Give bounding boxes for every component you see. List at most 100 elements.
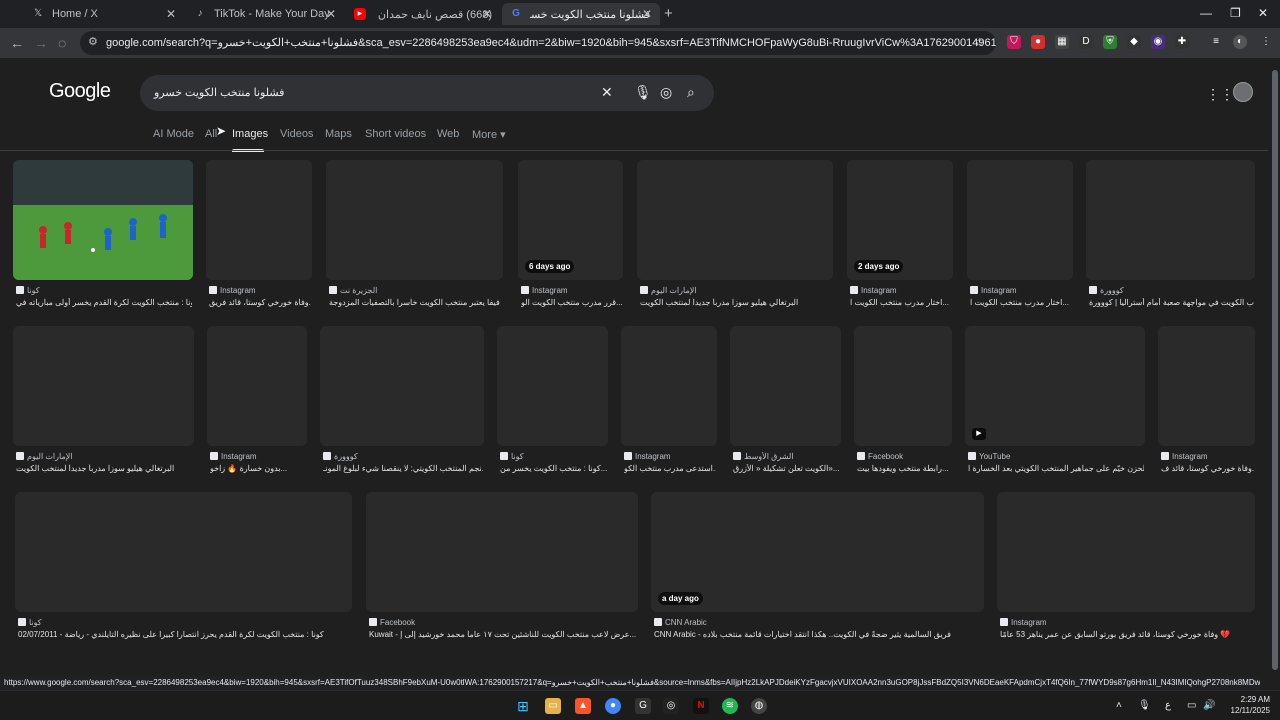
close-icon[interactable]: ✕ [326, 7, 336, 21]
result-title[interactable]: استدعى مدرب منتخب الكو... [624, 464, 716, 473]
result-source[interactable]: Instagram [850, 286, 952, 295]
result-thumbnail[interactable]: ▶ [965, 326, 1145, 446]
media-icon[interactable]: ≡ [1209, 35, 1223, 49]
extension-icon[interactable]: ◆ [1127, 35, 1141, 49]
image-result[interactable]: Instagram بدون خسارة 🔥 زاخو... [207, 326, 307, 480]
result-title[interactable]: Kuwait - عرض لاعب منتخب الكويت للناشئين … [369, 630, 637, 639]
result-source[interactable]: الجزيرة نت [329, 286, 502, 295]
result-source[interactable]: كونا [16, 286, 192, 295]
profile-icon[interactable]: ◐ [1233, 35, 1247, 49]
result-source[interactable]: Instagram [210, 452, 306, 461]
extension-icon[interactable]: ● [1031, 35, 1045, 49]
image-result[interactable]: Instagram وفاة خورخي كوستا، قائد ف... [1158, 326, 1255, 480]
result-thumbnail[interactable] [637, 160, 833, 280]
result-source[interactable]: الإمارات اليوم [16, 452, 193, 461]
result-title[interactable]: CNN Arabic - فريق السالمية يثير ضجةً في … [654, 630, 983, 639]
tab-more[interactable]: More ▾ [472, 128, 506, 141]
netflix-icon[interactable]: N [693, 698, 709, 714]
result-title[interactable]: كونا : منتخب الكويت يخسر من... [500, 464, 607, 473]
app-icon[interactable]: ◍ [751, 698, 767, 714]
app-icon[interactable]: G [635, 698, 651, 714]
result-thumbnail[interactable] [730, 326, 841, 446]
back-arrow-icon[interactable]: ← [10, 35, 24, 51]
result-source[interactable]: Instagram [624, 452, 716, 461]
site-info-icon[interactable]: ⚙ [88, 35, 98, 48]
minimize-icon[interactable]: — [1200, 6, 1212, 20]
image-result[interactable]: Instagram وفاة خورخي كوستا، قائد فريق... [206, 160, 312, 314]
result-title[interactable]: بدون خسارة 🔥 زاخو... [210, 464, 306, 473]
window-close-icon[interactable]: ✕ [1258, 6, 1268, 20]
result-source[interactable]: الإمارات اليوم [640, 286, 832, 295]
app-icon[interactable]: ◎ [663, 698, 679, 714]
result-source[interactable]: Instagram [521, 286, 622, 295]
result-title[interactable]: وفاة خورخي كوستا، قائد فريق... [209, 298, 311, 307]
result-title[interactable]: 02/07/2011 - كونا : منتخب الكويت لكرة ال… [18, 630, 351, 639]
shield-icon[interactable]: ⛨ [1103, 35, 1117, 49]
result-thumbnail[interactable]: 2 days ago [847, 160, 953, 280]
result-thumbnail[interactable] [13, 326, 194, 446]
image-result[interactable]: 2 days ago Instagram اختار مدرب منتخب الكو… [847, 160, 953, 314]
result-title[interactable]: اختار مدرب منتخب الكويت ا... [970, 298, 1072, 307]
result-source[interactable]: كونا [500, 452, 607, 461]
result-thumbnail[interactable] [206, 160, 312, 280]
search-query[interactable]: فشلونا منتخب الكويت خسرو [154, 86, 284, 99]
result-title[interactable]: اختار مدرب منتخب الكويت ا... [850, 298, 952, 307]
avatar[interactable] [1233, 82, 1253, 102]
result-thumbnail[interactable] [13, 160, 193, 280]
spotify-icon[interactable]: ≋ [722, 698, 738, 714]
tab-short-videos[interactable]: Short videos [365, 128, 426, 140]
result-title[interactable]: فيفا يعتبر منتخب الكويت خاسرا بالتصفيات … [329, 298, 502, 307]
image-result[interactable]: Instagram استدعى مدرب منتخب الكو... [621, 326, 717, 480]
image-result[interactable]: كونا كونا : منتخب الكويت يخسر من... [497, 326, 608, 480]
result-title[interactable]: وفاة خورخي كوستا، قائد فريق بورتو السابق… [1000, 630, 1254, 639]
image-result[interactable]: ▶ YouTube الحزن خيّم على جماهير المنتخب ال… [965, 326, 1145, 480]
image-result[interactable]: Facebook Kuwait - عرض لاعب منتخب الكويت ل… [366, 492, 638, 646]
image-result[interactable]: Instagram وفاة خورخي كوستا، قائد فريق بور… [997, 492, 1255, 646]
image-result[interactable]: الإمارات اليوم البرتغالي هيليو سوزا مدربا… [13, 326, 194, 480]
scrollbar-thumb[interactable] [1272, 70, 1278, 670]
result-title[interactable]: قرر مدرب منتخب الكويت الو... [521, 298, 622, 307]
new-tab-button[interactable]: + [664, 5, 673, 22]
result-title[interactable]: وفاة خورخي كوستا، قائد ف... [1161, 464, 1254, 473]
result-source[interactable]: كونا [18, 618, 351, 627]
close-icon[interactable]: ✕ [482, 7, 492, 21]
result-source[interactable]: كووورة [1089, 286, 1254, 295]
image-result[interactable]: Instagram اختار مدرب منتخب الكويت ا... [967, 160, 1073, 314]
menu-icon[interactable]: ⋮ [1259, 35, 1273, 49]
network-icon[interactable]: ▭ [1187, 700, 1196, 711]
microphone-icon[interactable]: 🎙 [634, 84, 652, 101]
tab-tiktok[interactable]: ♪ TikTok - Make Your Day ✕ [186, 3, 344, 25]
tab-videos[interactable]: Videos [280, 128, 313, 140]
tab-maps[interactable]: Maps [325, 128, 352, 140]
result-source[interactable]: الشرق الأوسط [733, 452, 840, 461]
result-source[interactable]: CNN Arabic [654, 618, 983, 627]
puzzle-icon[interactable]: ✚ [1175, 35, 1189, 49]
result-source[interactable]: Instagram [1161, 452, 1254, 461]
tab-youtube[interactable]: ▶ (668) قصص نايف حمدان للنوم ف ✕ [346, 3, 500, 25]
image-result[interactable]: الإمارات اليوم البرتغالي هيليو سوزا مدربا… [637, 160, 833, 314]
result-thumbnail[interactable] [1158, 326, 1255, 446]
result-title[interactable]: نجم المنتخب الكويتي: لا ينقصنا شيء لبلوغ… [323, 464, 483, 473]
result-thumbnail[interactable] [997, 492, 1255, 612]
camera-lens-icon[interactable]: ◎ [660, 84, 672, 101]
bookmark-star-icon[interactable]: ☆ [974, 35, 985, 49]
loading-icon[interactable]: ◌ [58, 35, 66, 51]
tab-ai-mode[interactable]: AI Mode [153, 128, 194, 140]
result-thumbnail[interactable] [366, 492, 638, 612]
result-title[interactable]: الكويت تعلن تشكيلة « الأزرق»... [733, 464, 840, 473]
tab-images[interactable]: Images [232, 128, 268, 140]
result-source[interactable]: Facebook [857, 452, 951, 461]
result-title[interactable]: البرتغالي هيليو سوزا مدرباً جديداً لمنتخ… [16, 464, 193, 473]
image-result[interactable]: a day ago CNN Arabic CNN Arabic - فريق الس… [651, 492, 984, 646]
result-source[interactable]: Instagram [209, 286, 311, 295]
result-source[interactable]: Instagram [1000, 618, 1254, 627]
image-result[interactable]: 6 days ago Instagram قرر مدرب منتخب الكويت… [518, 160, 623, 314]
image-result[interactable]: الشرق الأوسط الكويت تعلن تشكيلة « الأزرق»… [730, 326, 841, 480]
result-source[interactable]: كووورة [323, 452, 483, 461]
windows-start-icon[interactable]: ⊞ [515, 698, 531, 714]
language-indicator[interactable]: ع [1165, 700, 1171, 711]
image-result[interactable]: Facebook رابطة منتخب ويفودها بيت... [854, 326, 952, 480]
result-title[interactable]: كونا : منتخب الكويت لكرة القدم يخسر أولى… [16, 298, 192, 307]
result-thumbnail[interactable] [854, 326, 952, 446]
result-thumbnail[interactable] [967, 160, 1073, 280]
